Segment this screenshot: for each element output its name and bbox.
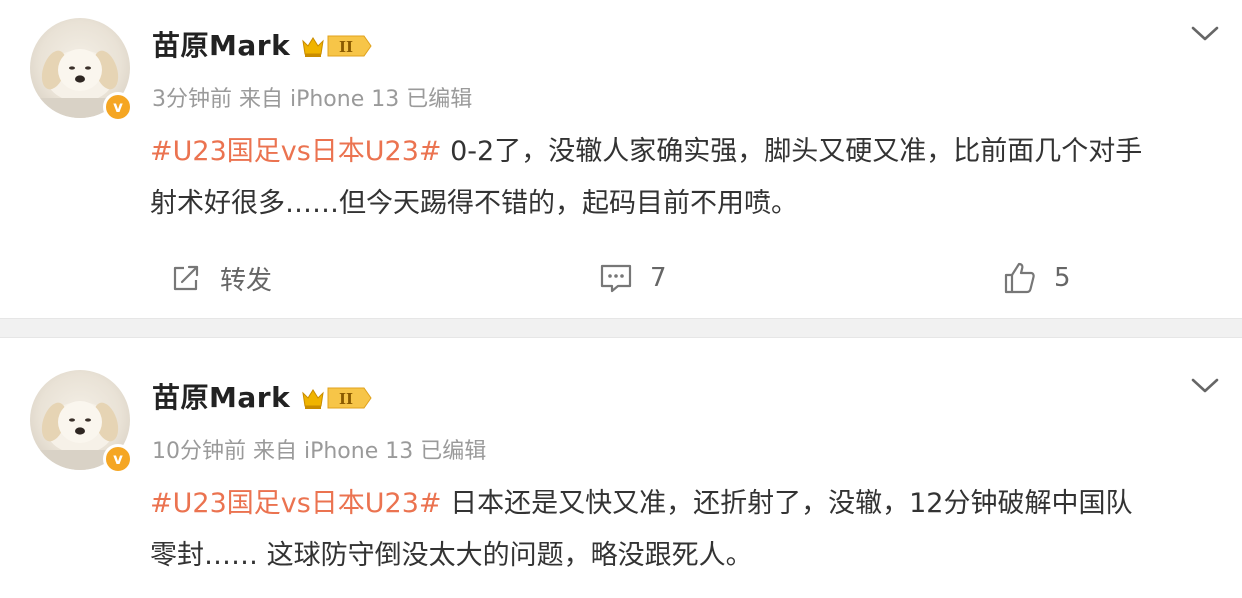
like-count: 5	[1054, 263, 1071, 293]
hashtag-link[interactable]: #U23国足vs日本U23#	[150, 136, 442, 167]
post-card: v 苗原Mark II 10分钟前 来自 iPhone 13 已编辑 #U23国…	[0, 338, 1242, 598]
like-icon	[1002, 260, 1038, 296]
post-text: 日本还是又快又准，还折射了，没辙，12分钟破解中国队	[442, 488, 1133, 519]
chevron-down-icon[interactable]	[1190, 24, 1220, 44]
verified-icon: v	[103, 92, 133, 122]
post-content: #U23国足vs日本U23# 日本还是又快又准，还折射了，没辙，12分钟破解中国…	[150, 478, 1230, 582]
repost-icon	[168, 260, 204, 296]
post-text: 0-2了，没辙人家确实强，脚头又硬又准，比前面几个对手	[442, 136, 1143, 167]
post-meta: 10分钟前 来自 iPhone 13 已编辑	[152, 433, 486, 465]
post-text: 射术好很多……但今天踢得不错的，起码目前不用喷。	[150, 178, 1230, 230]
crown-level-icon[interactable]: II	[300, 32, 374, 60]
post-divider	[0, 318, 1242, 338]
chevron-down-icon[interactable]	[1190, 376, 1220, 396]
comment-icon	[598, 260, 634, 296]
post-card: v 苗原Mark II 3分钟前 来自 iPhone 13 已编辑 #U23国足…	[0, 0, 1242, 318]
level-label: II	[339, 390, 353, 408]
comment-count: 7	[650, 263, 667, 293]
weibo-feed: v 苗原Mark II 3分钟前 来自 iPhone 13 已编辑 #U23国足…	[0, 0, 1242, 598]
post-meta: 3分钟前 来自 iPhone 13 已编辑	[152, 81, 472, 113]
repost-label: 转发	[220, 260, 272, 297]
action-bar: 转发 7 5	[0, 256, 1242, 300]
verified-icon: v	[103, 444, 133, 474]
level-label: II	[339, 38, 353, 56]
crown-level-icon[interactable]: II	[300, 384, 374, 412]
author-name[interactable]: 苗原Mark	[152, 376, 290, 416]
comment-button[interactable]: 7	[598, 256, 667, 300]
repost-button[interactable]: 转发	[168, 256, 272, 300]
like-button[interactable]: 5	[1002, 256, 1071, 300]
author-name[interactable]: 苗原Mark	[152, 24, 290, 64]
hashtag-link[interactable]: #U23国足vs日本U23#	[150, 488, 442, 519]
post-content: #U23国足vs日本U23# 0-2了，没辙人家确实强，脚头又硬又准，比前面几个…	[150, 126, 1230, 230]
post-text: 零封…… 这球防守倒没太大的问题，略没跟死人。	[150, 530, 1230, 582]
